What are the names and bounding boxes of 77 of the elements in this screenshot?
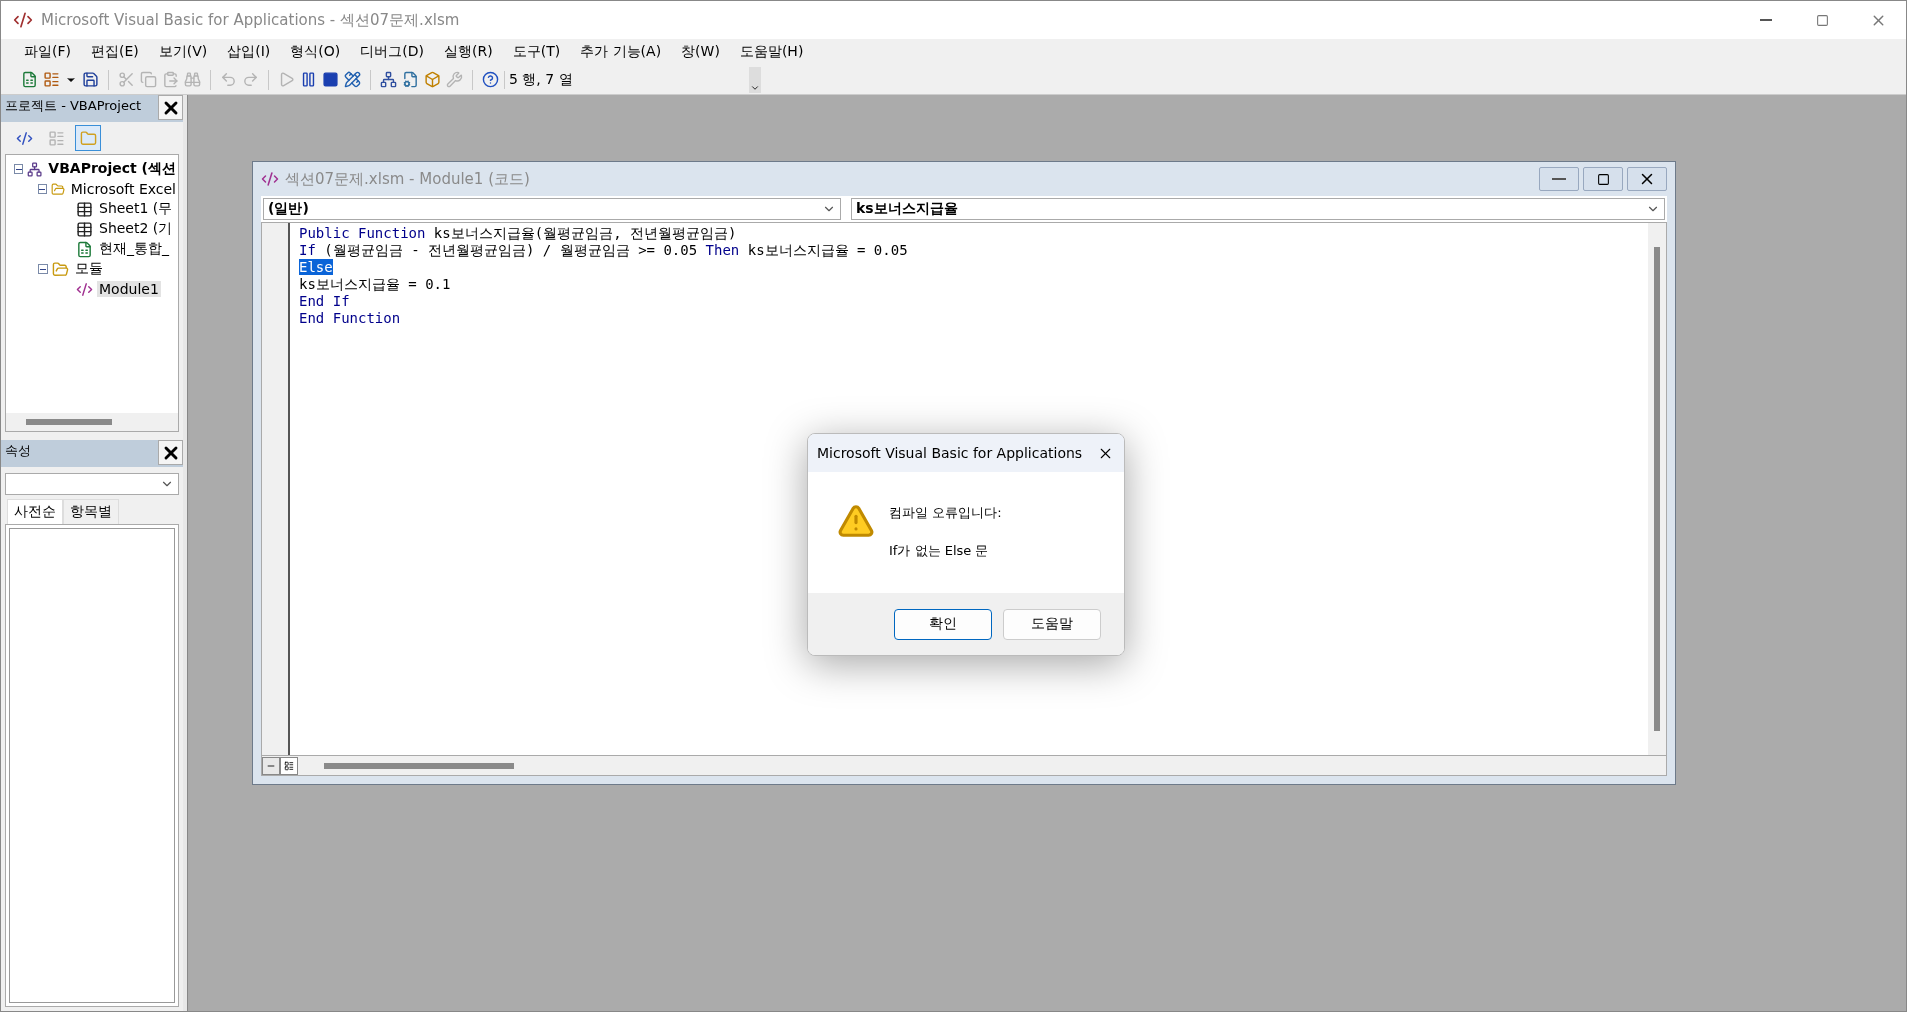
pane-title: 프로젝트 - VBAProject <box>5 97 142 115</box>
code-icon[interactable] <box>15 129 33 147</box>
minimize-button[interactable] <box>1539 167 1579 191</box>
properties-icon[interactable] <box>402 71 419 88</box>
module-icon <box>261 170 279 188</box>
app-icon <box>13 10 33 30</box>
menu-item[interactable]: 편집(E) <box>82 41 148 63</box>
object-dropdown[interactable]: (일반) <box>263 198 841 220</box>
window-title: 섹션07문제.xlsm - Module1 (코드) <box>285 169 530 189</box>
cursor-position: 5 행, 7 열 <box>504 70 744 89</box>
spreadsheet-icon[interactable] <box>21 71 38 88</box>
tree-item[interactable]: VBAProject (섹션 <box>46 160 178 178</box>
toolbar-grip[interactable] <box>749 66 761 93</box>
tree-item[interactable]: 현재_통합_ <box>97 240 171 258</box>
object-dropdown[interactable] <box>5 473 179 495</box>
close-button[interactable] <box>158 440 183 465</box>
menu-item[interactable]: 형식(O) <box>281 41 350 63</box>
lines-icon <box>284 760 294 771</box>
pane-title: 속성 <box>5 442 31 460</box>
pause-icon[interactable] <box>300 71 317 88</box>
tree-item[interactable]: 모듈 <box>73 260 105 278</box>
minimize-icon <box>1552 178 1566 180</box>
code-line: End Function <box>299 310 402 327</box>
tree-icon[interactable] <box>380 71 397 88</box>
form-icon[interactable] <box>43 71 60 88</box>
folder-icon[interactable] <box>79 129 97 147</box>
scroll-bar[interactable] <box>1648 223 1666 755</box>
collapse-toggle[interactable] <box>14 164 24 174</box>
help-icon[interactable] <box>482 71 499 88</box>
tab[interactable]: 항목별 <box>63 499 119 524</box>
dialog-button[interactable]: 도움말 <box>1003 608 1101 640</box>
save-icon[interactable] <box>82 71 99 88</box>
dialog-title: Microsoft Visual Basic for Applications <box>817 445 1083 461</box>
window-title: Microsoft Visual Basic for Applications - 섹션07문제.xlsm <box>41 10 460 30</box>
dialog-button[interactable]: 확인 <box>894 608 992 640</box>
code-line: End If <box>299 293 351 310</box>
box-icon[interactable] <box>424 71 441 88</box>
code-line: Public Function ks보너스지급율(월평균임금, 전년월평균임금) <box>299 225 738 242</box>
scroll-bar[interactable] <box>6 413 178 431</box>
close-button[interactable] <box>158 95 183 120</box>
menu-item[interactable]: 도움말(H) <box>730 41 813 63</box>
sheet-icon <box>76 200 93 218</box>
menu-item[interactable]: 삽입(I) <box>218 41 280 63</box>
tree-item[interactable]: Module1 <box>97 281 161 297</box>
folder-icon <box>52 260 69 278</box>
workbook-icon <box>76 240 93 258</box>
warning-icon <box>837 502 875 540</box>
menu-item[interactable]: 보기(V) <box>149 41 217 63</box>
full-module-view-button[interactable] <box>280 756 298 775</box>
error-message: 컴파일 오류입니다: <box>889 504 1002 522</box>
menu-item[interactable]: 도구(T) <box>503 41 570 63</box>
ruler-pencil-icon[interactable] <box>344 71 361 88</box>
menu-item[interactable]: 파일(F) <box>15 41 80 63</box>
code-line: If (월평균임금 - 전년월평균임금) / 월평균임금 >= 0.05 Then ks보너스지급율 = 0.05 <box>299 242 909 259</box>
menu-item[interactable]: 추가 기능(A) <box>571 41 671 63</box>
collapse-toggle[interactable] <box>38 184 47 194</box>
maximize-icon <box>1596 172 1610 186</box>
tree-item[interactable]: Sheet2 (기 <box>97 220 175 238</box>
minimize-icon <box>1760 19 1772 21</box>
tree-item[interactable]: Microsoft Excel <box>68 181 178 197</box>
code-line: ks보너스지급율 = 0.1 <box>299 276 452 293</box>
close-button[interactable] <box>1627 167 1667 191</box>
sheet-icon <box>76 220 93 238</box>
restore-button[interactable] <box>1583 167 1623 191</box>
stop-icon[interactable] <box>322 71 339 88</box>
tree-item[interactable]: Sheet1 (무 <box>97 200 175 218</box>
error-detail: If가 없는 Else 문 <box>889 542 990 560</box>
tab[interactable]: 사전순 <box>7 499 63 524</box>
scroll-bar[interactable] <box>324 762 514 769</box>
module-icon <box>76 280 93 298</box>
collapse-toggle[interactable] <box>38 264 48 274</box>
menu-item[interactable]: 디버그(D) <box>351 41 433 63</box>
maximize-icon <box>1815 13 1829 27</box>
menu-item[interactable]: 실행(R) <box>435 41 502 63</box>
menu-item[interactable]: 창(W) <box>672 41 729 63</box>
procedure-dropdown[interactable]: ks보너스지급율 <box>850 198 1665 220</box>
project-icon <box>27 160 43 178</box>
